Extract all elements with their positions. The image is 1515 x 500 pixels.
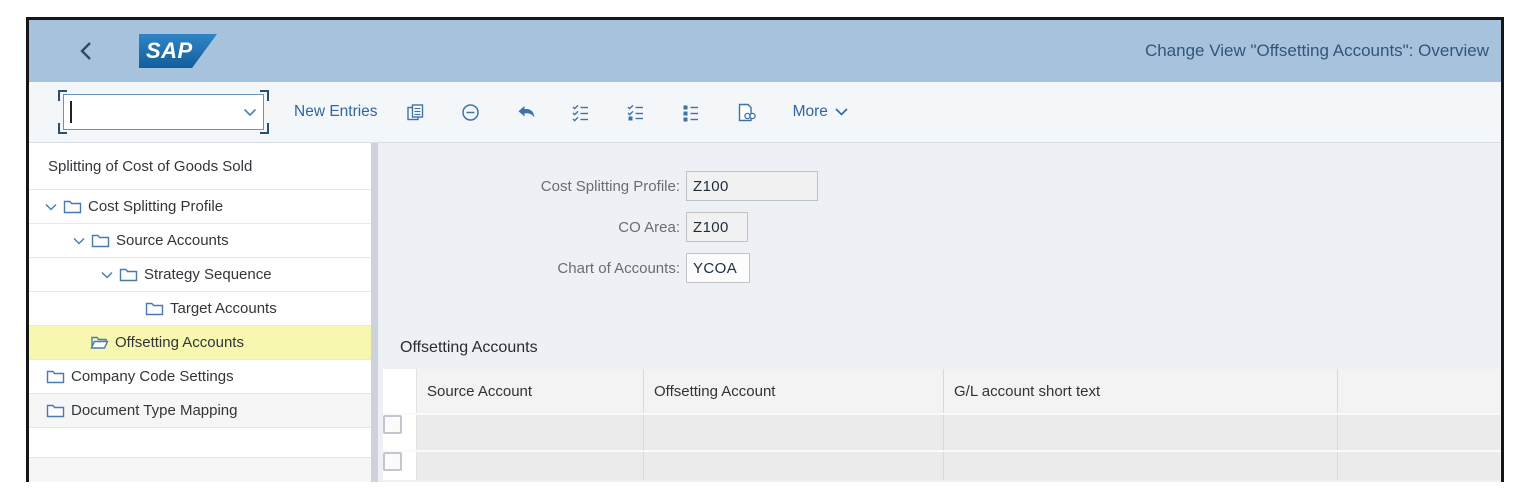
command-input[interactable] — [63, 94, 264, 130]
text-cursor — [70, 101, 72, 123]
column-header-offsetting-account[interactable]: Offsetting Account — [643, 369, 943, 413]
new-entries-button[interactable]: New Entries — [294, 103, 378, 121]
cost-splitting-profile-field[interactable] — [686, 171, 818, 201]
table-row — [383, 413, 1500, 450]
toolbar: New Entries More — [29, 82, 1501, 143]
column-header-source-account[interactable]: Source Account — [417, 369, 643, 413]
tree-item-document-type-mapping[interactable]: Document Type Mapping — [29, 394, 371, 428]
more-label: More — [792, 103, 828, 120]
find-icon[interactable] — [729, 95, 763, 129]
body: Splitting of Cost of Goods Sold Cost Spl… — [29, 143, 1501, 482]
form-row: CO Area: — [378, 212, 1501, 242]
chart-of-accounts-field[interactable] — [686, 253, 750, 283]
row-checkbox[interactable] — [383, 415, 402, 434]
focus-corner — [260, 90, 269, 101]
chevron-down-icon[interactable] — [45, 203, 59, 211]
tree-item-company-code-settings[interactable]: Company Code Settings — [29, 360, 371, 394]
chevron-left-icon — [79, 42, 91, 60]
offsetting-accounts-table: Source Account Offsetting Account G/L ac… — [383, 369, 1500, 480]
folder-icon — [46, 369, 65, 384]
copy-icon[interactable] — [399, 95, 433, 129]
empty-cell — [1337, 452, 1500, 480]
focus-corner — [58, 90, 67, 101]
panel-divider — [371, 143, 378, 482]
command-field — [58, 90, 269, 134]
offsetting-account-cell[interactable] — [643, 452, 943, 480]
folder-icon — [119, 267, 138, 282]
tree-item-label: Target Accounts — [170, 300, 277, 317]
table-header-row: Source Account Offsetting Account G/L ac… — [383, 369, 1500, 413]
chevron-down-icon[interactable] — [243, 105, 257, 120]
form-row: Cost Splitting Profile: — [378, 171, 1501, 201]
delete-icon[interactable] — [454, 95, 488, 129]
folder-icon — [91, 233, 110, 248]
tree-item-label: Splitting of Cost of Goods Sold — [48, 157, 253, 175]
focus-corner — [58, 123, 67, 134]
row-selector-cell — [383, 452, 417, 480]
gl-short-text-cell[interactable] — [943, 415, 1337, 450]
co-area-label: CO Area: — [618, 218, 680, 236]
more-button[interactable]: More — [793, 103, 848, 121]
deselect-all-icon[interactable] — [674, 95, 708, 129]
chart-of-accounts-label: Chart of Accounts: — [557, 259, 680, 277]
page: SAP Change View "Offsetting Accounts": O… — [0, 0, 1515, 500]
column-header-gl-short-text[interactable]: G/L account short text — [943, 369, 1337, 413]
row-selector-cell — [383, 415, 417, 450]
tree-item-cost-splitting-profile[interactable]: Cost Splitting Profile — [29, 190, 371, 224]
column-header-empty — [1337, 369, 1500, 413]
selector-header-cell — [383, 369, 417, 413]
tree-item-label: Source Accounts — [116, 232, 229, 249]
tree-item-offsetting-accounts[interactable]: Offsetting Accounts — [29, 326, 371, 360]
tree-item-source-accounts[interactable]: Source Accounts — [29, 224, 371, 258]
table-row — [383, 450, 1500, 480]
select-block-icon[interactable] — [619, 95, 653, 129]
form-row: Chart of Accounts: — [378, 253, 1501, 283]
chevron-down-icon[interactable] — [101, 271, 115, 279]
cost-splitting-profile-label: Cost Splitting Profile: — [540, 177, 680, 195]
source-account-cell[interactable] — [417, 452, 643, 480]
folder-icon — [145, 301, 164, 316]
empty-cell — [1337, 415, 1500, 450]
tree-empty-row — [29, 428, 371, 458]
tree-item-label: Cost Splitting Profile — [88, 198, 224, 215]
offsetting-account-cell[interactable] — [643, 415, 943, 450]
back-button[interactable] — [75, 39, 95, 63]
focus-corner — [260, 123, 269, 134]
sap-window: SAP Change View "Offsetting Accounts": O… — [26, 17, 1504, 482]
tree-item-label: Document Type Mapping — [71, 402, 238, 419]
sap-logo-text: SAP — [146, 38, 193, 63]
source-account-cell[interactable] — [417, 415, 643, 450]
gl-short-text-cell[interactable] — [943, 452, 1337, 480]
tree-item-label: Offsetting Accounts — [115, 334, 244, 351]
tree-item-strategy-sequence[interactable]: Strategy Sequence — [29, 258, 371, 292]
co-area-field[interactable] — [686, 212, 748, 242]
undo-icon[interactable] — [509, 95, 543, 129]
tree-item-splitting-of-cogs[interactable]: Splitting of Cost of Goods Sold — [29, 143, 371, 190]
row-checkbox[interactable] — [383, 452, 402, 471]
chevron-down-icon[interactable] — [73, 237, 87, 245]
section-title: Offsetting Accounts — [400, 339, 538, 356]
tree-empty-row — [29, 458, 371, 482]
tree-item-label: Strategy Sequence — [144, 266, 272, 283]
folder-icon — [63, 199, 82, 214]
navigation-tree: Splitting of Cost of Goods Sold Cost Spl… — [29, 143, 371, 482]
sap-logo: SAP — [139, 34, 217, 68]
select-all-icon[interactable] — [564, 95, 598, 129]
main-content: Cost Splitting Profile: CO Area: Chart o… — [378, 143, 1501, 482]
folder-open-icon — [90, 335, 109, 350]
titlebar: SAP Change View "Offsetting Accounts": O… — [29, 20, 1501, 82]
header-form: Cost Splitting Profile: CO Area: Chart o… — [378, 143, 1501, 283]
tree-item-label: Company Code Settings — [71, 368, 234, 385]
tree-item-target-accounts[interactable]: Target Accounts — [29, 292, 371, 326]
chevron-down-icon — [835, 108, 848, 116]
folder-icon — [46, 403, 65, 418]
page-title: Change View "Offsetting Accounts": Overv… — [1144, 41, 1489, 60]
